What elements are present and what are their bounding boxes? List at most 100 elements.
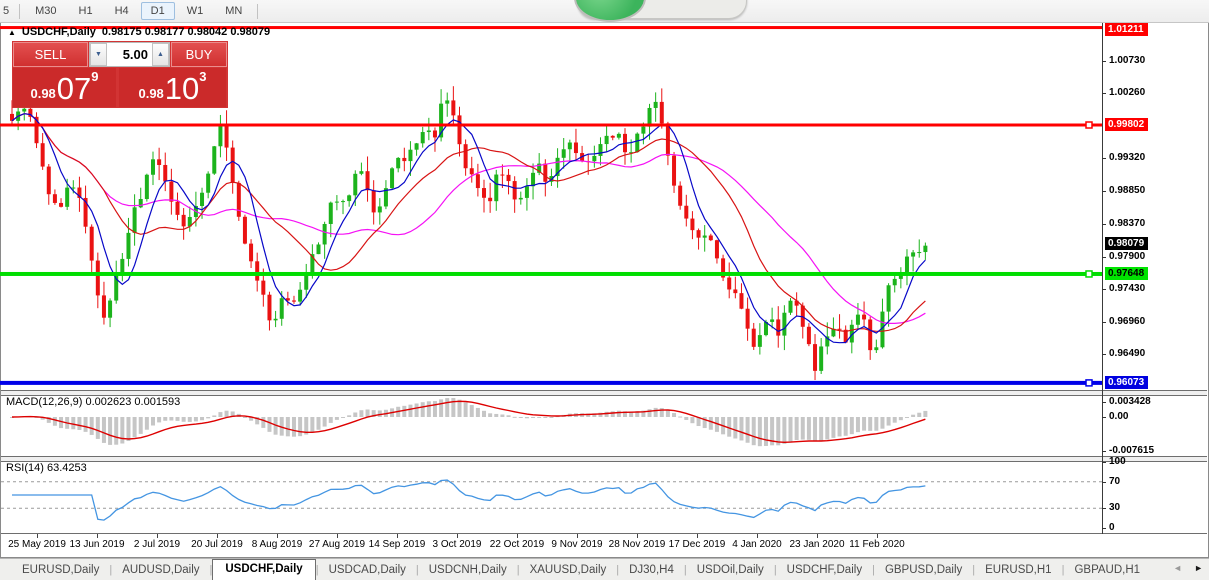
tab-gbpaud-h1[interactable]: GBPAUD,H1 <box>1064 561 1150 580</box>
tab-eurusd-daily[interactable]: EURUSD,Daily <box>12 561 109 580</box>
price-level-badge: 0.96073 <box>1105 376 1148 389</box>
date-label: 25 May 2019 <box>8 539 66 550</box>
timeframe-toolbar-items: M30H1H4D1W1MN <box>24 2 253 20</box>
price-tick-mark <box>1102 191 1106 192</box>
date-tick-mark <box>337 534 338 538</box>
buy-price-big: 10 <box>165 74 199 104</box>
macd-tick-mark <box>1102 402 1106 403</box>
macd-tick-mark <box>1102 451 1106 452</box>
date-tick-mark <box>757 534 758 538</box>
rsi-tick-label: 70 <box>1109 476 1120 487</box>
tab-eurusd-h1[interactable]: EURUSD,H1 <box>975 561 1061 580</box>
chart-symbol-label: USDCHF,Daily <box>22 26 96 38</box>
symbol-tabs: EURUSD,Daily|AUDUSD,Daily|USDCHF,Daily|U… <box>12 559 1150 580</box>
date-label: 9 Nov 2019 <box>551 539 602 550</box>
date-label: 8 Aug 2019 <box>252 539 303 550</box>
date-tick-mark <box>397 534 398 538</box>
timeframe-m30[interactable]: M30 <box>25 2 66 20</box>
date-label: 28 Nov 2019 <box>609 539 666 550</box>
timeframe-m5-partial[interactable]: 5 <box>1 2 14 20</box>
volume-spinner: ▼ 5.00 ▲ <box>89 42 170 67</box>
volume-decrease-button[interactable]: ▼ <box>90 43 107 66</box>
price-tick-mark <box>1102 289 1106 290</box>
rsi-tick-label: 30 <box>1109 502 1120 513</box>
date-axis[interactable]: 25 May 201913 Jun 20192 Jul 201920 Jul 2… <box>1 534 1207 556</box>
rsi-tick-mark <box>1102 482 1106 483</box>
buy-button[interactable]: BUY <box>171 42 227 67</box>
price-tick-label: 0.96490 <box>1109 348 1145 359</box>
macd-tick-label: 0.003428 <box>1109 396 1151 407</box>
price-tick-label: 0.98370 <box>1109 218 1145 229</box>
date-label: 2 Jul 2019 <box>134 539 180 550</box>
sell-price-big: 07 <box>57 74 91 104</box>
price-tick-label: 1.00260 <box>1109 87 1145 98</box>
price-level-badge: 0.99802 <box>1105 118 1148 131</box>
one-click-trading-widget: SELL ▼ 5.00 ▲ BUY 0.98079 0.98103 <box>12 41 228 108</box>
date-tick-mark <box>277 534 278 538</box>
collapse-triangle-icon[interactable]: ▲ <box>8 28 16 37</box>
price-tick-label: 0.97430 <box>1109 283 1145 294</box>
toolbar-separator <box>19 4 20 19</box>
rsi-panel[interactable] <box>1 460 1101 533</box>
price-axis[interactable]: 1.00730 1.00260 0.99320 0.98850 0.98370 0.979… <box>1103 22 1207 534</box>
price-tick-label: 0.97900 <box>1109 251 1145 262</box>
price-level-badge: 0.98079 <box>1105 237 1148 250</box>
toolbar-separator <box>257 4 258 19</box>
date-label: 22 Oct 2019 <box>490 539 544 550</box>
date-label: 17 Dec 2019 <box>669 539 726 550</box>
date-tick-mark <box>97 534 98 538</box>
volume-input[interactable]: 5.00 <box>107 43 152 66</box>
tab-gbpusd-daily[interactable]: GBPUSD,Daily <box>875 561 972 580</box>
price-tick-mark <box>1102 61 1106 62</box>
buy-price-base: 0.98 <box>138 86 163 101</box>
timeframe-h4[interactable]: H4 <box>105 2 139 20</box>
macd-tick-label: -0.007615 <box>1109 445 1154 456</box>
date-tick-mark <box>217 534 218 538</box>
price-tick-label: 0.96960 <box>1109 316 1145 327</box>
timeframe-mn[interactable]: MN <box>215 2 252 20</box>
rsi-tick-label: 0 <box>1109 522 1115 533</box>
macd-tick-label: 0.00 <box>1109 411 1128 422</box>
tab-usdoil-daily[interactable]: USDOil,Daily <box>687 561 774 580</box>
tab-scroll-right-icon[interactable]: ► <box>1194 563 1203 573</box>
rsi-label: RSI(14) 63.4253 <box>6 462 87 474</box>
tab-audusd-daily[interactable]: AUDUSD,Daily <box>112 561 209 580</box>
panel-splitter-macd[interactable] <box>1 390 1207 396</box>
price-tick-mark <box>1102 257 1106 258</box>
timeframe-h1[interactable]: H1 <box>69 2 103 20</box>
tab-usdcad-daily[interactable]: USDCAD,Daily <box>319 561 416 580</box>
date-tick-mark <box>517 534 518 538</box>
volume-increase-button[interactable]: ▲ <box>152 43 169 66</box>
tab-usdcnh-daily[interactable]: USDCNH,Daily <box>419 561 517 580</box>
tab-scroll-left-icon[interactable]: ◄ <box>1173 563 1182 573</box>
price-tick-mark <box>1102 322 1106 323</box>
panel-splitter-rsi[interactable] <box>1 456 1207 462</box>
rsi-tick-mark <box>1102 462 1106 463</box>
price-tick-label: 0.98850 <box>1109 185 1145 196</box>
sell-price-sup: 9 <box>91 69 98 84</box>
tab-xauusd-daily[interactable]: XAUUSD,Daily <box>520 561 617 580</box>
date-label: 3 Oct 2019 <box>433 539 482 550</box>
price-tick-label: 0.99320 <box>1109 152 1145 163</box>
price-tick-mark <box>1102 224 1106 225</box>
price-tick-mark <box>1102 93 1106 94</box>
sell-price-display[interactable]: 0.98079 <box>13 68 116 107</box>
tab-usdchf-daily[interactable]: USDCHF,Daily <box>777 561 872 580</box>
macd-label: MACD(12,26,9) 0.002623 0.001593 <box>6 396 180 408</box>
tab-dj30-h4[interactable]: DJ30,H4 <box>619 561 684 580</box>
chart-ohlc-quotes: 0.98175 0.98177 0.98042 0.98079 <box>102 26 270 38</box>
rsi-tick-mark <box>1102 508 1106 509</box>
price-tick-label: 1.00730 <box>1109 55 1145 66</box>
chart-title: ▲ USDCHF,Daily 0.98175 0.98177 0.98042 0… <box>8 26 270 38</box>
rsi-tick-mark <box>1102 528 1106 529</box>
date-tick-mark <box>577 534 578 538</box>
date-tick-mark <box>817 534 818 538</box>
sell-button[interactable]: SELL <box>13 42 88 67</box>
price-tick-mark <box>1102 158 1106 159</box>
tab-usdchf-daily[interactable]: USDCHF,Daily <box>212 559 315 580</box>
date-label: 11 Feb 2020 <box>849 539 904 550</box>
symbol-tabbar: EURUSD,Daily|AUDUSD,Daily|USDCHF,Daily|U… <box>0 558 1209 580</box>
timeframe-w1[interactable]: W1 <box>177 2 214 20</box>
buy-price-display[interactable]: 0.98103 <box>119 68 226 107</box>
timeframe-d1[interactable]: D1 <box>141 2 175 20</box>
